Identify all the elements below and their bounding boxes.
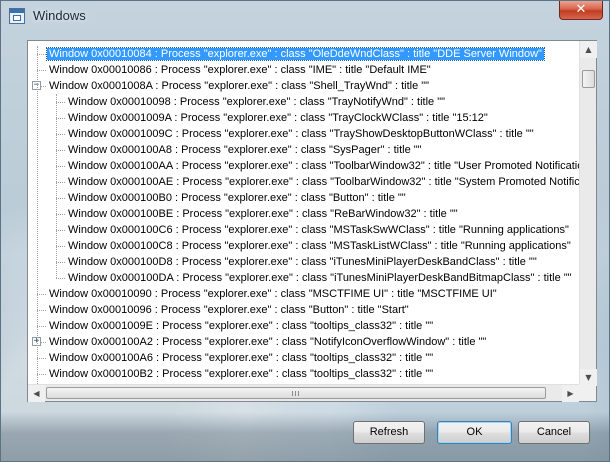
tree-node[interactable]: Window 0x00010098 : Process "explorer.ex… — [66, 94, 447, 110]
horizontal-scrollbar[interactable]: ◀ ▶ — [28, 384, 579, 402]
tree-node-label: Window 0x0001009C : Process "explorer.ex… — [68, 128, 534, 140]
tree-connector — [37, 374, 46, 375]
tree-node-label: Window 0x000100A8 : Process "explorer.ex… — [68, 144, 422, 156]
tree-node[interactable]: Window 0x000100B2 : Process "explorer.ex… — [47, 366, 435, 382]
tree-node-label: Window 0x000100DA : Process "explorer.ex… — [68, 272, 572, 284]
tree-connector — [37, 70, 46, 71]
tree-node[interactable]: Window 0x0001009C : Process "explorer.ex… — [66, 126, 536, 142]
refresh-button[interactable]: Refresh — [353, 421, 425, 444]
tree-node-label: Window 0x000100AA : Process "explorer.ex… — [68, 160, 579, 172]
title-bar[interactable]: Windows ✕ — [1, 1, 609, 31]
tree-node[interactable]: Window 0x00010090 : Process "explorer.ex… — [47, 286, 499, 302]
scroll-left-icon[interactable]: ◀ — [28, 385, 45, 402]
tree-node-label: Window 0x00010084 : Process "explorer.ex… — [46, 47, 545, 61]
tree-node-label: Window 0x000100B2 : Process "explorer.ex… — [49, 368, 434, 380]
scroll-up-icon[interactable]: ▲ — [580, 41, 597, 58]
vertical-scroll-thumb[interactable] — [582, 70, 595, 88]
ok-button[interactable]: OK — [437, 421, 512, 444]
window-title: Windows — [33, 8, 86, 23]
tree-connector — [56, 198, 65, 199]
close-button[interactable]: ✕ — [559, 1, 603, 20]
tree-node[interactable]: Window 0x0001009A : Process "explorer.ex… — [66, 110, 490, 126]
tree-node-label: Window 0x00010086 : Process "explorer.ex… — [49, 64, 431, 76]
tree-connector — [37, 46, 38, 386]
tree-connector — [56, 118, 65, 119]
scrollbar-corner — [579, 384, 596, 401]
tree-node-label: Window 0x000100D8 : Process "explorer.ex… — [68, 256, 537, 268]
tree-node[interactable]: Window 0x00010086 : Process "explorer.ex… — [47, 62, 433, 78]
tree-connector — [37, 358, 46, 359]
tree-connector — [56, 166, 65, 167]
tree-node-label: Window 0x00010096 : Process "explorer.ex… — [49, 304, 409, 316]
tree-node-label: Window 0x000100C6 : Process "explorer.ex… — [68, 224, 569, 236]
tree-connector — [56, 278, 65, 279]
tree-node[interactable]: Window 0x000100A8 : Process "explorer.ex… — [66, 142, 424, 158]
tree-node[interactable]: Window 0x00010096 : Process "explorer.ex… — [47, 302, 411, 318]
tree-node[interactable]: Window 0x000100D8 : Process "explorer.ex… — [66, 254, 539, 270]
windows-dialog: Windows ✕ Window 0x00010084 : Process "e… — [0, 0, 610, 462]
tree-node[interactable]: Window 0x0001008A : Process "explorer.ex… — [47, 78, 431, 94]
tree-connector — [37, 294, 46, 295]
tree-connector — [56, 230, 65, 231]
tree-node[interactable]: Window 0x0001009E : Process "explorer.ex… — [47, 318, 435, 334]
tree-node-label: Window 0x0001009E : Process "explorer.ex… — [49, 320, 434, 332]
tree-node[interactable]: Window 0x000100BE : Process "explorer.ex… — [66, 206, 460, 222]
tree-node-label: Window 0x00010098 : Process "explorer.ex… — [68, 96, 446, 108]
tree-connector — [56, 94, 57, 278]
tree-node-label: Window 0x000100A2 : Process "explorer.ex… — [49, 336, 487, 348]
tree-connector — [37, 326, 46, 327]
tree-node[interactable]: Window 0x000100AA : Process "explorer.ex… — [66, 158, 579, 174]
tree-connector — [37, 310, 46, 311]
tree-node-label: Window 0x0001008A : Process "explorer.ex… — [49, 80, 430, 92]
horizontal-scroll-thumb[interactable] — [46, 387, 546, 399]
tree-node-label: Window 0x000100AE : Process "explorer.ex… — [68, 176, 579, 188]
tree-connector — [56, 102, 65, 103]
tree-node[interactable]: Window 0x000100C6 : Process "explorer.ex… — [66, 222, 571, 238]
tree-node-label: Window 0x00010090 : Process "explorer.ex… — [49, 288, 497, 300]
tree-node[interactable]: Window 0x000100AE : Process "explorer.ex… — [66, 174, 579, 190]
cancel-button[interactable]: Cancel — [518, 421, 590, 444]
tree-node-label: Window 0x000100A6 : Process "explorer.ex… — [49, 352, 434, 364]
tree-node-label: Window 0x000100BE : Process "explorer.ex… — [68, 208, 458, 220]
tree-connector — [56, 214, 65, 215]
tree-node[interactable]: Window 0x000100C8 : Process "explorer.ex… — [66, 238, 573, 254]
window-app-icon — [9, 8, 25, 24]
tree-connector — [56, 134, 65, 135]
tree-node[interactable]: Window 0x000100B0 : Process "explorer.ex… — [66, 190, 408, 206]
tree-connector — [56, 182, 65, 183]
tree-node-label: Window 0x000100B0 : Process "explorer.ex… — [68, 192, 406, 204]
tree-connector — [37, 54, 46, 55]
tree-connector — [56, 246, 65, 247]
vertical-scrollbar[interactable]: ▲ ▼ — [579, 41, 597, 386]
window-tree[interactable]: Window 0x00010084 : Process "explorer.ex… — [28, 41, 579, 386]
tree-node[interactable]: Window 0x000100A2 : Process "explorer.ex… — [47, 334, 488, 350]
tree-connector — [56, 150, 65, 151]
tree-connector — [56, 262, 65, 263]
tree-node-label: Window 0x0001009A : Process "explorer.ex… — [68, 112, 488, 124]
scroll-right-icon[interactable]: ▶ — [562, 385, 579, 402]
window-tree-panel: Window 0x00010084 : Process "explorer.ex… — [27, 40, 597, 402]
tree-node[interactable]: Window 0x000100DA : Process "explorer.ex… — [66, 270, 574, 286]
tree-node-label: Window 0x000100C8 : Process "explorer.ex… — [68, 240, 571, 252]
tree-node[interactable]: Window 0x000100A6 : Process "explorer.ex… — [47, 350, 435, 366]
tree-node[interactable]: Window 0x00010084 : Process "explorer.ex… — [46, 46, 545, 62]
